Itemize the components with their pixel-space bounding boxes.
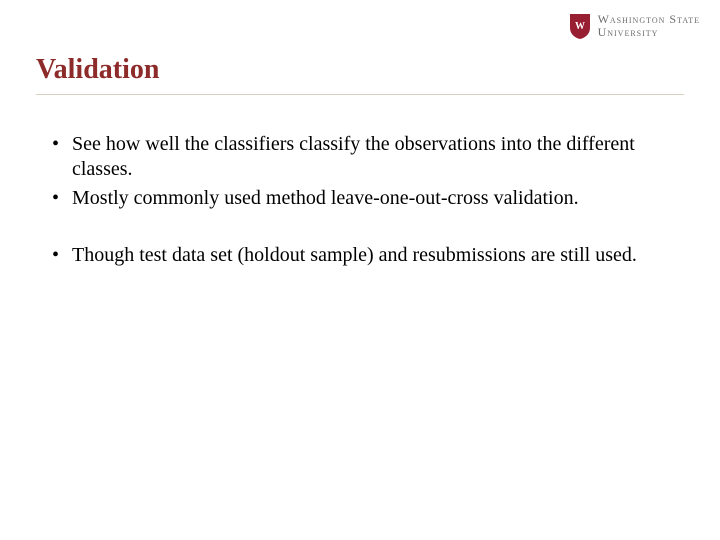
title-underline [36, 94, 684, 95]
bullet-item: Though test data set (holdout sample) an… [48, 243, 672, 268]
svg-text:W: W [575, 21, 585, 32]
bullet-item: See how well the classifiers classify th… [48, 132, 672, 182]
logo-line2: University [598, 25, 659, 39]
slide-content: See how well the classifiers classify th… [48, 132, 672, 272]
slide: W Washington State University Validation… [0, 0, 720, 540]
bullet-item: Mostly commonly used method leave-one-ou… [48, 186, 672, 211]
logo-line1: Washington State [598, 12, 700, 26]
university-logo: W Washington State University [568, 12, 700, 40]
logo-text: Washington State University [598, 13, 700, 39]
shield-icon: W [568, 12, 592, 40]
slide-title: Validation [36, 54, 159, 86]
